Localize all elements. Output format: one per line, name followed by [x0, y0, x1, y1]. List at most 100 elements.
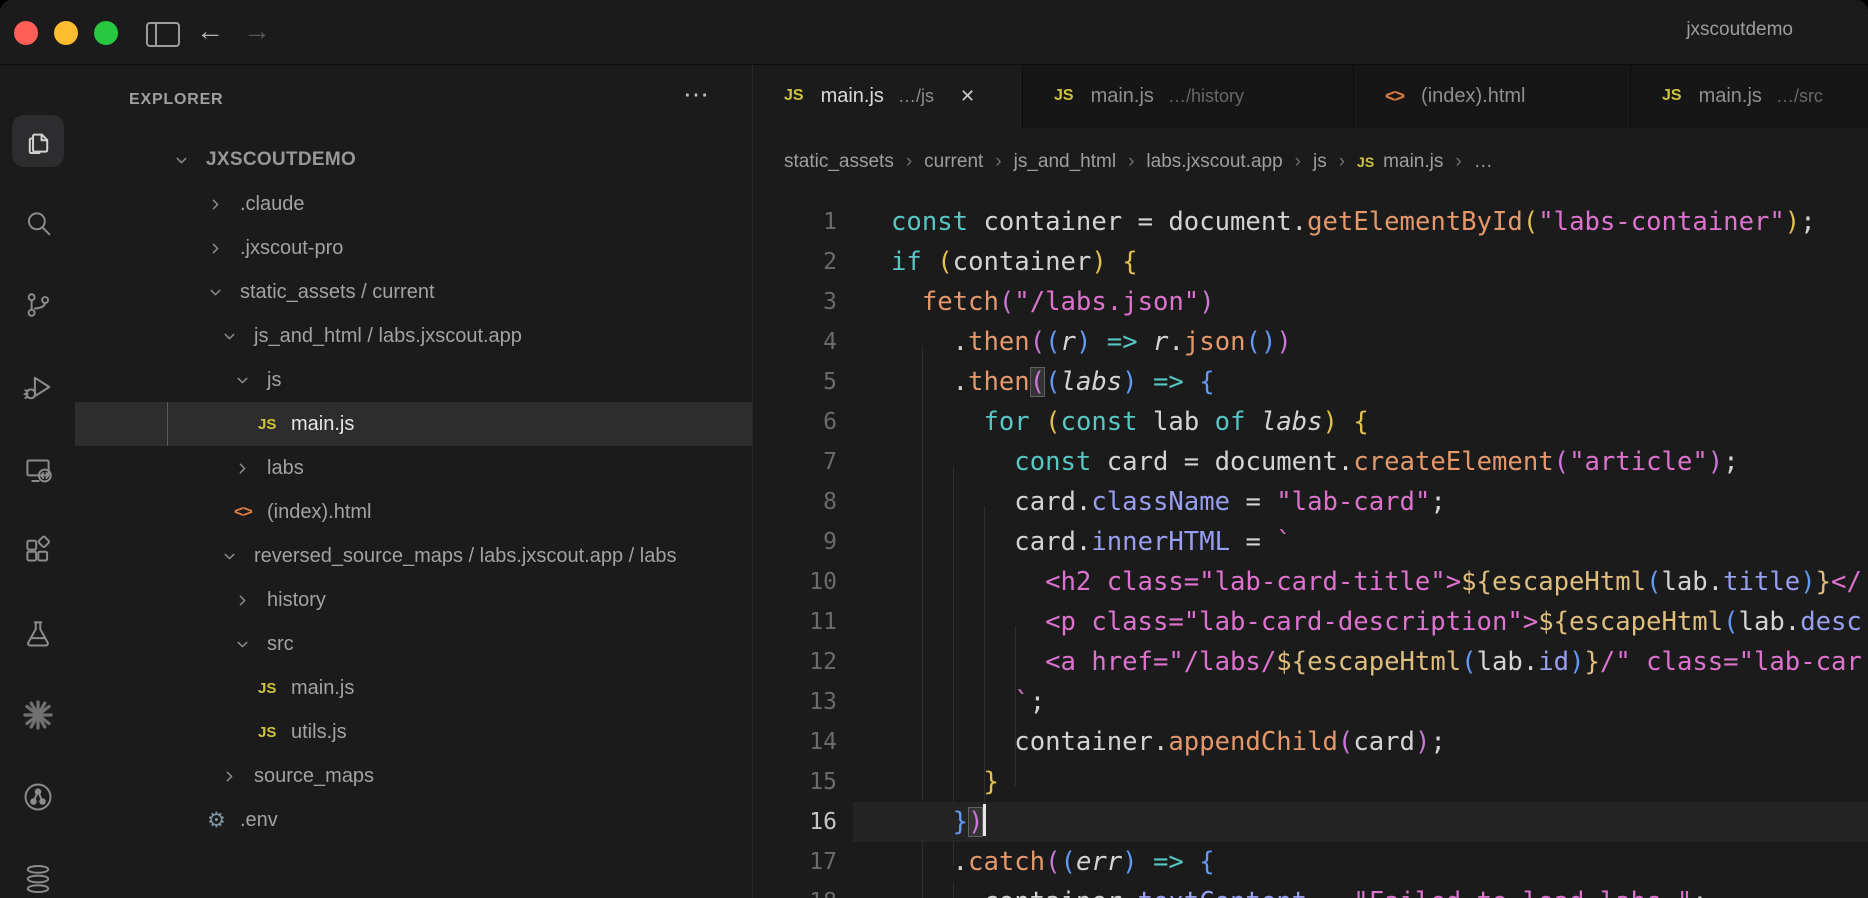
tree-item-static-assets-current[interactable]: static_assets / current	[75, 270, 752, 314]
tree-item-reversed-source-maps-labs-jxscout-app-labs[interactable]: reversed_source_maps / labs.jxscout.app …	[75, 534, 752, 578]
tree-item-label: static_assets / current	[240, 280, 435, 303]
minimize-window-button[interactable]	[54, 21, 78, 45]
line-number: 4	[823, 329, 837, 355]
line-number: 18	[753, 882, 837, 898]
tree-item-src[interactable]: src	[75, 622, 752, 666]
tree-item-label: .jxscout-pro	[240, 236, 344, 259]
tree-item--index-html[interactable]: <> (index).html	[75, 490, 752, 534]
code-line-content[interactable]: card.innerHTML = `	[853, 522, 1868, 562]
code-line-content[interactable]: if (container) {	[853, 242, 1868, 282]
breadcrumb-item--[interactable]: …	[1474, 151, 1493, 173]
editor-tab-3[interactable]: <> (index).html	[1354, 64, 1631, 128]
line-number: 11	[809, 609, 837, 635]
breadcrumb-item-current[interactable]: current	[924, 151, 983, 173]
editor-tab-1[interactable]: JS main.js …/js ✕	[753, 64, 1023, 128]
line-number: 17	[809, 849, 837, 875]
activity-item-starburst[interactable]	[12, 689, 64, 741]
code-line-8: 8 card.className = "lab-card";	[753, 482, 1868, 522]
activity-item-extensions[interactable]	[12, 525, 64, 577]
code-line-content[interactable]: card.className = "lab-card";	[853, 482, 1868, 522]
title-bar: ← → jxscoutdemo	[0, 0, 1868, 65]
tab-path-suffix: …/src	[1775, 85, 1823, 106]
activity-item-search[interactable]	[12, 197, 64, 249]
close-window-button[interactable]	[14, 21, 38, 45]
code-line-content[interactable]: .then((labs) => {	[853, 362, 1868, 402]
code-line-4: 4 .then((r) => r.json())	[753, 322, 1868, 362]
tree-item-label: labs	[267, 456, 304, 479]
breadcrumb-item-js-and-html[interactable]: js_and_html	[1014, 151, 1116, 173]
code-line-content[interactable]: container.textContent = "Failed to load …	[853, 882, 1868, 898]
code-line-content[interactable]: }	[853, 762, 1868, 802]
tree-item-main-js[interactable]: JS main.js	[75, 402, 752, 446]
activity-item-source-control[interactable]	[12, 279, 64, 331]
activity-item-share-network[interactable]	[12, 771, 64, 823]
breadcrumb: static_assets › current › js_and_html › labs.j…	[753, 128, 1868, 196]
activity-item-database[interactable]	[12, 853, 64, 898]
code-line-content[interactable]: <p class="lab-card-description">${escape…	[853, 602, 1868, 642]
tree-item-js[interactable]: js	[75, 358, 752, 402]
tree-item-label: main.js	[291, 676, 355, 699]
breadcrumb-item-labs-jxscout-app[interactable]: labs.jxscout.app	[1146, 151, 1282, 173]
tree-item-labs[interactable]: labs	[75, 446, 752, 490]
breadcrumb-separator-icon: ›	[1128, 151, 1135, 172]
code-line-content[interactable]: .then((r) => r.json())	[853, 322, 1868, 362]
code-line-content[interactable]: for (const lab of labs) {	[853, 402, 1868, 442]
tree-item-history[interactable]: history	[75, 578, 752, 622]
tree-item--env[interactable]: ⚙ .env	[75, 798, 752, 842]
code-line-2: 2 if (container) {	[753, 242, 1868, 282]
tree-item-main-js[interactable]: JS main.js	[75, 666, 752, 710]
tree-item-jxscoutdemo[interactable]: JXSCOUTDEMO	[75, 138, 752, 182]
editor-tab-2[interactable]: JS main.js …/history	[1023, 64, 1354, 128]
more-actions-icon[interactable]: ⋯	[683, 74, 709, 114]
navigate-forward-icon[interactable]: →	[243, 13, 271, 49]
vscode-window: ← → jxscoutdemo EXPLORER ⋯ JXSCOUTDEMO .…	[0, 0, 1868, 898]
breadcrumb-label: main.js	[1383, 151, 1444, 172]
line-number: 8	[823, 489, 837, 515]
js-file-icon: JS	[784, 87, 804, 104]
activity-item-explorer[interactable]	[12, 115, 64, 167]
editor-tab-4[interactable]: JS main.js …/src	[1631, 64, 1868, 128]
breadcrumb-item-js[interactable]: js	[1313, 151, 1327, 173]
close-tab-icon[interactable]: ✕	[960, 86, 975, 107]
tree-item-label: .env	[240, 808, 278, 831]
tree-item-js-and-html-labs-jxscout-app[interactable]: js_and_html / labs.jxscout.app	[75, 314, 752, 358]
code-line-content[interactable]: container.appendChild(card);	[853, 722, 1868, 762]
code-line-17: 17 .catch((err) => {	[753, 842, 1868, 882]
code-line-content[interactable]: const card = document.createElement("art…	[853, 442, 1868, 482]
code-line-18: 18 container.textContent = "Failed to lo…	[753, 882, 1868, 898]
breadcrumb-item-main-js[interactable]: JS main.js	[1357, 151, 1443, 173]
tree-item--jxscout-pro[interactable]: .jxscout-pro	[75, 226, 752, 270]
line-number: 13	[809, 689, 837, 715]
activity-item-run-debug[interactable]	[12, 361, 64, 413]
code-line-content[interactable]: .catch((err) => {	[853, 842, 1868, 882]
toggle-sidebar-icon[interactable]	[146, 22, 180, 47]
tree-item-utils-js[interactable]: JS utils.js	[75, 710, 752, 754]
line-number: 5	[823, 369, 837, 395]
code-line-content[interactable]: })	[853, 802, 1868, 842]
line-number: 15	[809, 769, 837, 795]
extensions-icon	[26, 535, 51, 562]
chevron-down-icon	[210, 289, 221, 295]
line-number: 9	[823, 529, 837, 555]
tab-bar: JS main.js …/js ✕ JS main.js …/history <> (index…	[753, 64, 1868, 128]
activity-item-remote-explorer[interactable]	[12, 443, 64, 495]
html-file-icon: <>	[234, 502, 253, 521]
tree-item-source-maps[interactable]: source_maps	[75, 754, 752, 798]
tab-filename: (index).html	[1421, 84, 1526, 107]
tree-item--claude[interactable]: .claude	[75, 182, 752, 226]
activity-item-testing[interactable]	[12, 607, 64, 659]
code-line-content[interactable]: const container = document.getElementByI…	[853, 202, 1868, 242]
code-line-content[interactable]: fetch("/labs.json")	[853, 282, 1868, 322]
chevron-right-icon	[212, 243, 219, 253]
chevron-down-icon	[224, 553, 235, 559]
tree-item-label: source_maps	[254, 764, 375, 787]
code-line-content[interactable]: <a href="/labs/${escapeHtml(lab.id)}/" c…	[853, 642, 1868, 682]
breadcrumb-label: current	[924, 151, 984, 172]
zoom-window-button[interactable]	[94, 21, 118, 45]
navigate-back-icon[interactable]: ←	[196, 13, 224, 49]
breadcrumb-item-static-assets[interactable]: static_assets	[784, 151, 894, 173]
share-network-icon	[24, 783, 52, 811]
code-line-content[interactable]: <h2 class="lab-card-title">${escapeHtml(…	[853, 562, 1868, 602]
line-number: 3	[823, 289, 837, 315]
code-line-content[interactable]: `;	[853, 682, 1868, 722]
